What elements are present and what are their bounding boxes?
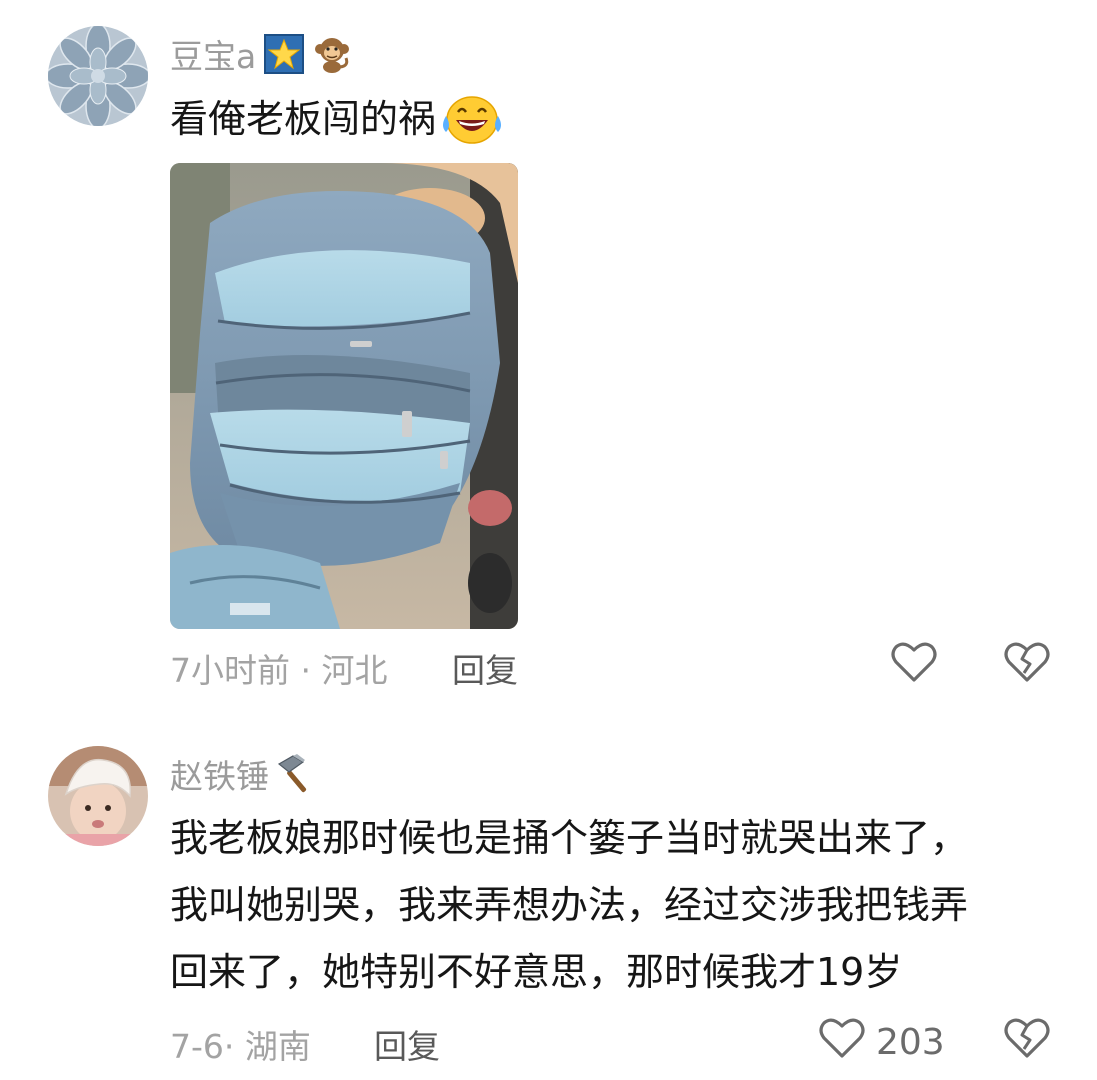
avatar[interactable]	[48, 26, 148, 126]
comment-text-line: 我老板娘那时候也是捅个篓子当时就哭出来了，	[170, 816, 969, 860]
username[interactable]: 豆宝a	[170, 30, 352, 78]
dislike-button[interactable]	[1003, 640, 1051, 693]
dislike-button[interactable]	[1003, 1016, 1051, 1069]
comment-text-line: 我叫她别哭，我来弄想办法，经过交涉我把钱弄	[170, 883, 969, 927]
star-badge-icon	[264, 34, 305, 74]
comment-item: 豆宝a 看俺老板闯的祸 7小时前 · 河北 回复	[0, 0, 1097, 700]
username[interactable]: 赵铁锤	[170, 750, 317, 798]
backpack-photo-image	[170, 163, 518, 629]
comment-photo[interactable]	[170, 163, 518, 629]
heart-icon	[890, 640, 938, 693]
avatar[interactable]	[48, 746, 148, 846]
comment-text-line: 回来了，她特别不好意思，那时候我才19岁	[170, 950, 903, 994]
comment-text: 看俺老板闯的祸	[170, 88, 504, 150]
comment-time-location: 7-6· 湖南	[170, 1027, 311, 1066]
laughing-crying-emoji-icon	[440, 92, 504, 146]
succulent-avatar-image	[48, 26, 148, 126]
username-text: 赵铁锤	[170, 757, 269, 796]
broken-heart-icon	[1003, 1016, 1051, 1069]
broken-heart-icon	[1003, 640, 1051, 693]
username-text: 豆宝a	[170, 37, 257, 76]
like-button[interactable]	[890, 640, 948, 693]
monkey-emoji-icon	[312, 34, 352, 74]
hammer-icon	[277, 754, 317, 794]
reply-button[interactable]: 回复	[374, 1020, 440, 1068]
comment-text-line: 看俺老板闯的祸	[170, 97, 437, 141]
baby-avatar-image	[48, 746, 148, 846]
like-button[interactable]: 203	[818, 1016, 945, 1069]
like-count: 203	[876, 1022, 945, 1063]
comment-text: 我老板娘那时候也是捅个篓子当时就哭出来了， 我叫她别哭，我来弄想办法，经过交涉我…	[170, 807, 968, 1003]
heart-icon	[818, 1016, 866, 1069]
reply-button[interactable]: 回复	[452, 644, 518, 692]
comment-item: 赵铁锤 我老板娘那时候也是捅个篓子当时就哭出来了， 我叫她别哭，我来弄想办法，经…	[0, 700, 1097, 1080]
comment-time-location: 7小时前 · 河北	[170, 651, 388, 690]
